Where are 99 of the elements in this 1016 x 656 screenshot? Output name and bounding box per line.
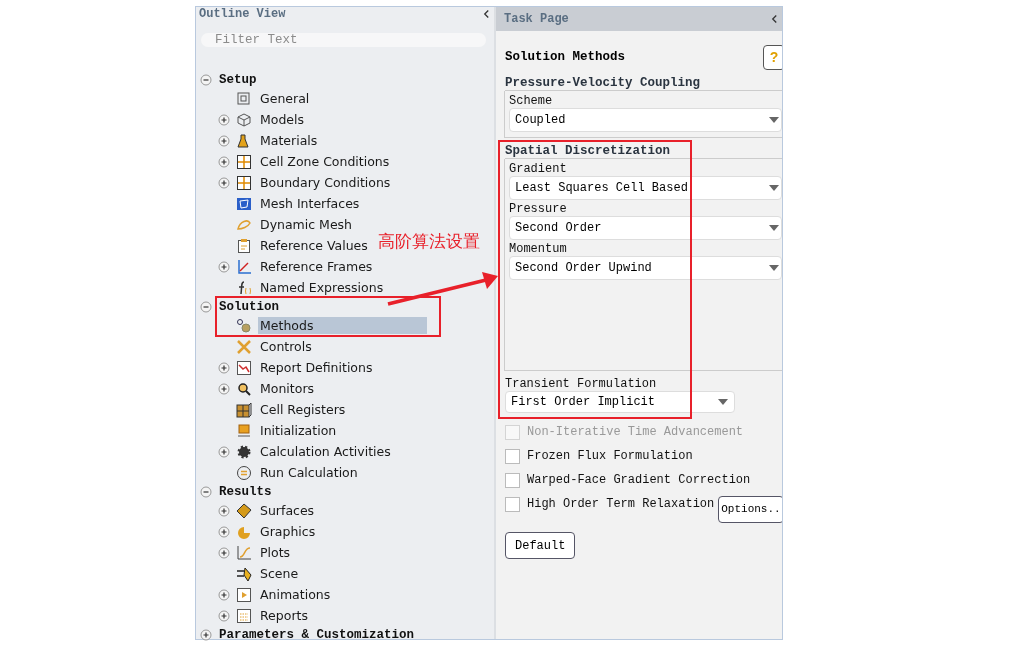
checkbox[interactable]	[505, 448, 520, 464]
group-title: Pressure-Velocity Coupling	[505, 76, 782, 91]
tree-item[interactable]: Methods	[258, 317, 428, 334]
dropdown[interactable]: Coupled	[509, 108, 782, 132]
grid-icon	[236, 174, 252, 191]
tree-item[interactable]: Scene	[258, 565, 303, 582]
expand-icon[interactable]	[218, 260, 230, 273]
collapse-icon[interactable]	[200, 485, 212, 498]
default-button[interactable]: Default	[505, 532, 576, 559]
collapse-panel-icon[interactable]	[483, 9, 490, 19]
tree-item[interactable]: Calculation Activities	[258, 443, 395, 460]
tree-section[interactable]: Parameters & Customization	[196, 626, 415, 643]
caret-icon	[769, 185, 779, 191]
grid-icon	[236, 153, 252, 170]
mesh-icon	[236, 195, 252, 212]
flask-icon	[236, 132, 252, 149]
chart-icon	[236, 359, 252, 376]
field-label: Scheme	[509, 94, 554, 108]
expand-icon[interactable]	[218, 134, 230, 147]
tree-item[interactable]: Cell Zone Conditions	[258, 153, 394, 170]
expand-icon[interactable]	[218, 588, 230, 601]
collapse-panel-icon[interactable]	[771, 14, 778, 24]
options-button[interactable]: Options..	[718, 495, 782, 523]
expand-icon[interactable]	[218, 382, 230, 395]
tree-item[interactable]: Initialization	[258, 422, 341, 439]
arrows-icon	[236, 565, 252, 582]
tree-item[interactable]: Reports	[258, 607, 312, 624]
tree-item[interactable]: General	[258, 90, 314, 107]
tree-item[interactable]: Mesh Interfaces	[258, 195, 364, 212]
box-icon	[236, 422, 252, 439]
field-label: Gradient	[509, 162, 568, 176]
panel-title: Outline View	[199, 7, 286, 21]
field-label: Transient Formulation	[505, 377, 658, 391]
report-icon	[236, 607, 252, 624]
group-title: Spatial Discretization	[505, 144, 782, 159]
plot-icon	[236, 544, 252, 561]
expand-icon[interactable]	[218, 176, 230, 189]
tree-item[interactable]: Report Definitions	[258, 359, 377, 376]
checkbox[interactable]	[505, 472, 520, 488]
annotation-text: 高阶算法设置	[378, 230, 480, 253]
gear-icon	[236, 443, 252, 460]
tree-item[interactable]: Reference Frames	[258, 258, 377, 275]
collapse-icon[interactable]	[200, 73, 212, 86]
tree-item[interactable]: Run Calculation	[258, 464, 362, 481]
cube-icon	[236, 111, 252, 128]
tree-item[interactable]: Monitors	[258, 380, 319, 397]
film-icon	[236, 586, 252, 603]
checkbox-label[interactable]: Frozen Flux Formulation	[527, 449, 693, 463]
caret-icon	[769, 265, 779, 271]
equals-circle-icon	[236, 464, 252, 481]
expand-icon[interactable]	[218, 445, 230, 458]
clipboard-icon	[236, 237, 252, 254]
field-label: Momentum	[509, 242, 568, 256]
dropdown[interactable]: Second Order	[509, 216, 782, 240]
tree-item[interactable]: Models	[258, 111, 309, 128]
diamond-icon	[236, 502, 252, 519]
window-icon	[236, 90, 252, 107]
panel-title: Task Page	[504, 12, 569, 26]
blocks-icon	[236, 401, 252, 418]
axes-icon	[236, 258, 252, 275]
tree-item[interactable]: Controls	[258, 338, 316, 355]
checkbox-label[interactable]: High Order Term Relaxation	[527, 497, 715, 511]
expand-icon[interactable]	[218, 504, 230, 517]
expand-icon[interactable]	[218, 525, 230, 538]
tree-item[interactable]: Cell Registers	[258, 401, 350, 418]
page-heading: Solution Methods	[505, 50, 626, 64]
expand-icon[interactable]	[200, 628, 212, 641]
tree-item[interactable]: Plots	[258, 544, 295, 561]
function-icon	[236, 279, 252, 296]
filter-field[interactable]: Filter Text	[201, 33, 486, 47]
collapse-icon[interactable]	[200, 300, 212, 313]
field-label: Pressure	[509, 202, 568, 216]
checkbox[interactable]	[505, 496, 520, 512]
tools-icon	[236, 338, 252, 355]
tree-section[interactable]: Solution	[196, 298, 279, 315]
tree-item[interactable]: Dynamic Mesh	[258, 216, 356, 233]
tree-item[interactable]: Materials	[258, 132, 322, 149]
tree-item[interactable]: Reference Values	[258, 237, 372, 254]
caret-icon	[769, 117, 779, 123]
dropdown[interactable]: Second Order Upwind	[509, 256, 782, 280]
tree-item[interactable]: Surfaces	[258, 502, 319, 519]
dropdown[interactable]: First Order Implicit	[505, 391, 735, 413]
gear-icon	[236, 317, 252, 334]
caret-icon	[769, 225, 779, 231]
tree-item[interactable]: Animations	[258, 586, 335, 603]
dropdown[interactable]: Least Squares Cell Based	[509, 176, 782, 200]
expand-icon[interactable]	[218, 609, 230, 622]
tree-section[interactable]: Setup	[196, 71, 257, 88]
caret-icon	[718, 399, 728, 405]
tree-item[interactable]: Named Expressions	[258, 279, 388, 296]
tree-section[interactable]: Results	[196, 483, 272, 500]
tree-item[interactable]: Graphics	[258, 523, 320, 540]
magnifier-icon	[236, 380, 252, 397]
expand-icon[interactable]	[218, 113, 230, 126]
expand-icon[interactable]	[218, 155, 230, 168]
tree-item[interactable]: Boundary Conditions	[258, 174, 395, 191]
checkbox-label[interactable]: Warped-Face Gradient Correction	[527, 473, 751, 487]
expand-icon[interactable]	[218, 361, 230, 374]
expand-icon[interactable]	[218, 546, 230, 559]
